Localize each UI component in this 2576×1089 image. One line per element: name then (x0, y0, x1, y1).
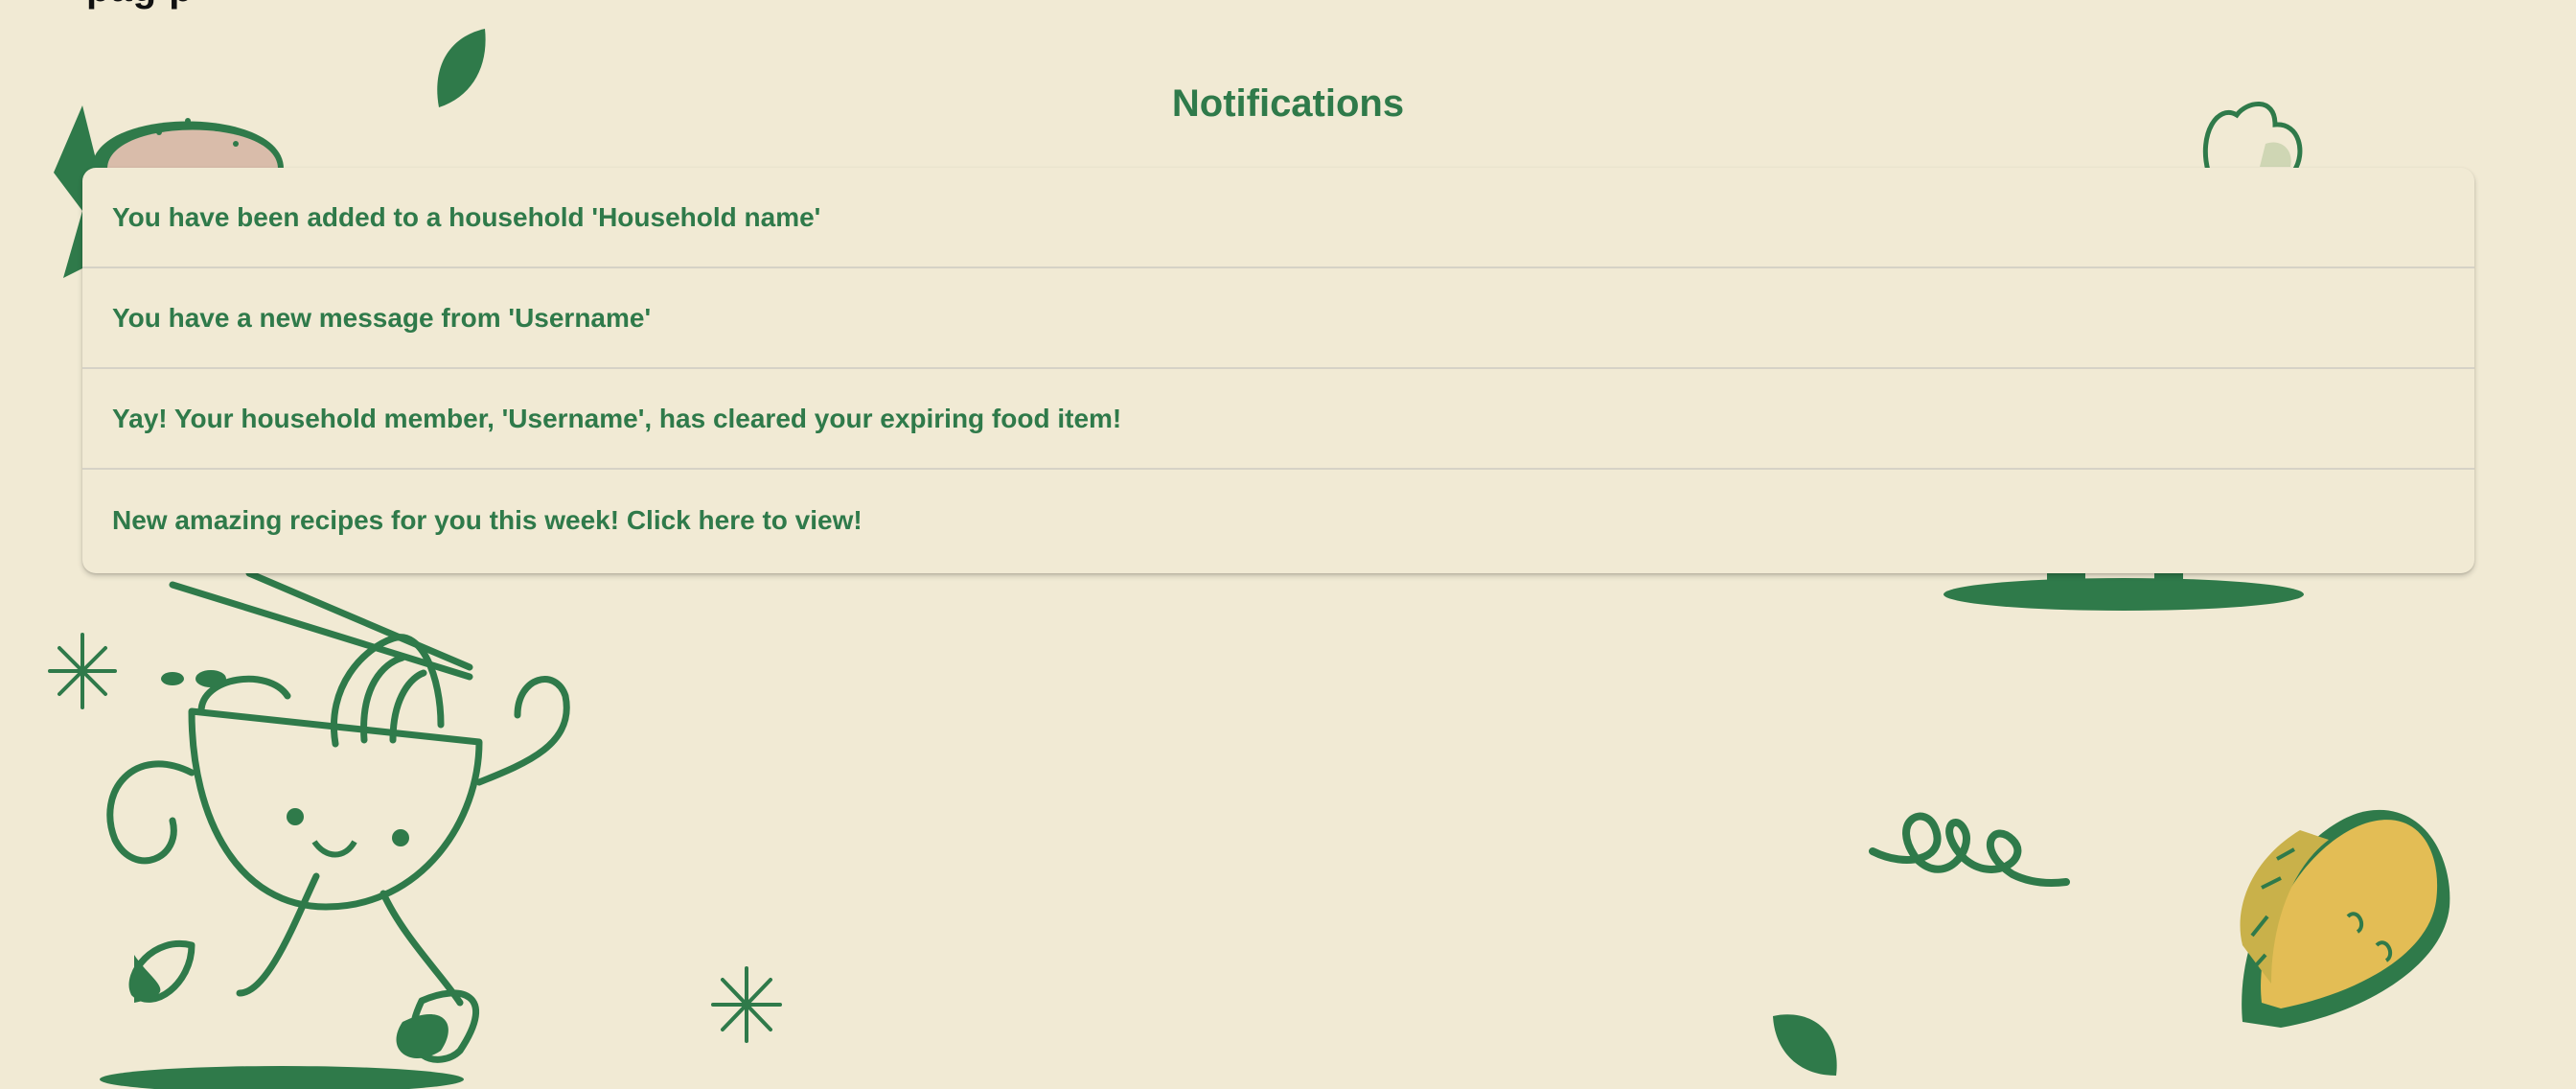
notification-list: You have been added to a household 'Hous… (82, 168, 2474, 573)
notification-text: New amazing recipes for you this week! C… (112, 504, 862, 535)
notification-text: Yay! Your household member, 'Username', … (112, 403, 1122, 433)
page-title: Notifications (1171, 82, 1405, 125)
leaf-icon (1773, 1014, 1837, 1076)
taco-illustration (2240, 809, 2450, 1028)
notification-text: You have a new message from 'Username' (112, 302, 652, 333)
noodle-bowl-mascot (100, 571, 570, 1089)
sparkle-icon (711, 966, 782, 1043)
notification-text: You have been added to a household 'Hous… (112, 201, 821, 232)
notification-item[interactable]: New amazing recipes for you this week! C… (82, 470, 2474, 570)
notification-item[interactable]: Yay! Your household member, 'Username', … (82, 369, 2474, 470)
squiggle-icon (1869, 812, 2070, 887)
notification-item[interactable]: You have been added to a household 'Hous… (82, 168, 2474, 268)
header-cut-text: pag p (86, 0, 194, 11)
notification-item[interactable]: You have a new message from 'Username' (82, 268, 2474, 369)
